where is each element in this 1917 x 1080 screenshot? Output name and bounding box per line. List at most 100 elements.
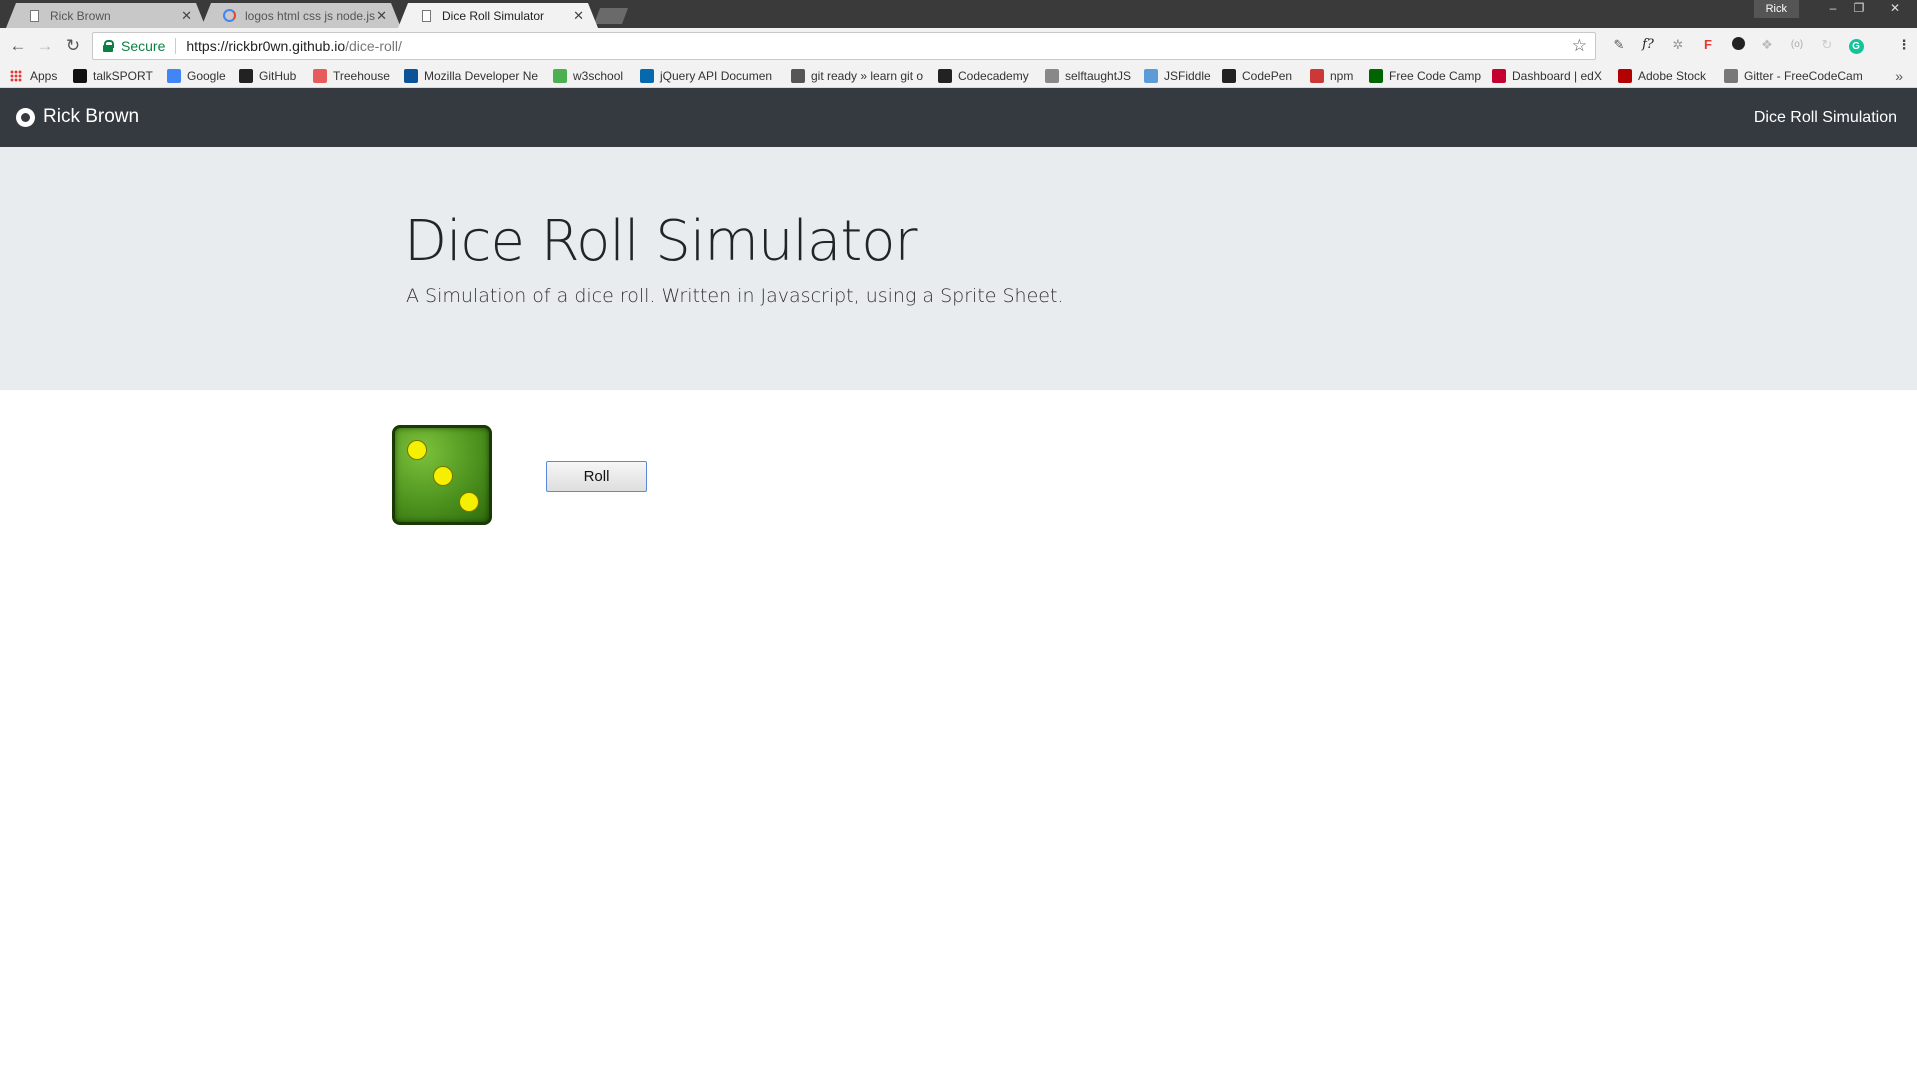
bookmark-label: npm	[1330, 69, 1354, 83]
eyedropper-icon[interactable]: ✎	[1611, 37, 1627, 53]
close-window-icon[interactable]: ✕	[1881, 0, 1909, 18]
bookmark-label: talkSPORT	[93, 69, 153, 83]
site-navbar: Rick Brown Dice Roll Simulation	[0, 88, 1917, 147]
extension-brackets-icon[interactable]: (o)	[1789, 37, 1805, 53]
google-icon	[223, 9, 236, 22]
bookmark-apps[interactable]: Apps	[10, 68, 57, 84]
bookmark-treehouse[interactable]: Treehouse	[313, 68, 390, 84]
lock-icon	[103, 40, 114, 52]
minimize-icon[interactable]: –	[1819, 0, 1847, 18]
bookmark-label: Adobe Stock	[1638, 69, 1707, 83]
page-lead: A Simulation of a dice roll. Written in …	[406, 285, 1064, 307]
nav-link-dice-roll-simulation[interactable]: Dice Roll Simulation	[1754, 109, 1897, 127]
browser-toolbar: ← → ↻ Secure https://rickbr0wn.github.io…	[0, 28, 1917, 64]
profile-button[interactable]: Rick	[1753, 0, 1799, 18]
tab-label: logos html css js node.js	[245, 8, 376, 23]
bookmark-codepen[interactable]: CodePen	[1222, 68, 1292, 84]
page-icon	[30, 10, 39, 22]
dropbox-icon[interactable]: ❖	[1759, 37, 1775, 53]
edx-icon	[1492, 69, 1506, 83]
close-icon[interactable]: ✕	[376, 8, 387, 24]
bookmark-label: w3school	[573, 69, 624, 83]
grammarly-icon[interactable]: G	[1848, 37, 1864, 54]
extension-circle-icon[interactable]	[1730, 37, 1746, 53]
w3school-icon	[553, 69, 567, 83]
reload-icon[interactable]: ↻	[63, 36, 83, 56]
jsfiddle-icon	[1144, 69, 1158, 83]
bookmark-talksport[interactable]: talkSPORT	[73, 68, 153, 84]
roll-button[interactable]: Roll	[546, 461, 647, 492]
bookmark-label: JSFiddle	[1164, 69, 1211, 83]
gitready-icon	[791, 69, 805, 83]
bookmark-label: jQuery API Documen	[660, 69, 773, 83]
bookmarks-overflow-icon[interactable]: »	[1895, 68, 1903, 84]
treehouse-icon	[313, 69, 327, 83]
bookmark-label: CodePen	[1242, 69, 1293, 83]
bookmark-label: Mozilla Developer Ne	[424, 69, 539, 83]
bookmark-google[interactable]: Google	[167, 68, 226, 84]
url-host: https://rickbr0wn.github.io	[186, 38, 346, 54]
page-icon	[422, 10, 431, 22]
bookmark-jquery[interactable]: jQuery API Documen	[640, 68, 772, 84]
tab-label: Rick Brown	[50, 8, 111, 23]
dice-face	[392, 425, 492, 525]
bookmark-label: Gitter - FreeCodeCam	[1744, 69, 1863, 83]
jquery-icon	[640, 69, 654, 83]
url-path: /dice-roll/	[345, 38, 402, 54]
bookmark-gitter[interactable]: Gitter - FreeCodeCam	[1724, 68, 1863, 84]
jumbotron: Dice Roll Simulator A Simulation of a di…	[0, 147, 1917, 390]
page-title: Dice Roll Simulator	[404, 209, 918, 274]
npm-icon	[1310, 69, 1324, 83]
extension-gear-icon[interactable]: ✲	[1670, 37, 1686, 53]
url-divider	[175, 38, 177, 54]
formula-icon[interactable]: f?	[1640, 37, 1656, 53]
bookmark-label: Apps	[30, 69, 58, 83]
bookmark-npm[interactable]: npm	[1310, 68, 1353, 84]
gitter-icon	[1724, 69, 1738, 83]
secure-label: Secure	[121, 38, 166, 54]
brand-link[interactable]: Rick Brown	[16, 106, 139, 128]
mozilla-icon	[404, 69, 418, 83]
tab-dice-roll-simulator[interactable]: Dice Roll Simulator ✕	[398, 3, 598, 28]
dice-pip	[459, 492, 479, 512]
bookmark-adobestock[interactable]: Adobe Stock	[1618, 68, 1706, 84]
close-icon[interactable]: ✕	[573, 8, 584, 24]
bookmark-star-icon[interactable]: ☆	[1572, 36, 1587, 56]
close-icon[interactable]: ✕	[181, 8, 192, 24]
bookmark-mozilla[interactable]: Mozilla Developer Ne	[404, 68, 538, 84]
bookmark-edx[interactable]: Dashboard | edX	[1492, 68, 1602, 84]
bookmark-freecodecamp[interactable]: Free Code Camp	[1369, 68, 1481, 84]
restore-icon[interactable]: ❐	[1845, 0, 1873, 18]
bookmarks-bar: Apps talkSPORT Google GitHub Treehouse Mozill…	[0, 64, 1917, 88]
dice-pip	[433, 466, 453, 486]
codepen-icon	[1222, 69, 1236, 83]
codecademy-icon	[938, 69, 952, 83]
google-icon	[167, 69, 181, 83]
bookmark-label: GitHub	[259, 69, 297, 83]
bookmark-label: Treehouse	[333, 69, 390, 83]
bookmark-selftaught[interactable]: selftaughtJS	[1045, 68, 1131, 84]
bookmark-label: git ready » learn git o	[811, 69, 924, 83]
tab-label: Dice Roll Simulator	[442, 8, 545, 23]
freecodecamp-icon	[1369, 69, 1383, 83]
sync-icon[interactable]: ↻	[1819, 37, 1835, 53]
new-tab-button[interactable]	[594, 8, 628, 24]
bookmark-label: selftaughtJS	[1065, 69, 1132, 83]
apps-icon	[10, 70, 22, 82]
forward-icon[interactable]: →	[35, 36, 55, 56]
adobestock-icon	[1618, 69, 1632, 83]
tab-rick-brown[interactable]: Rick Brown ✕	[6, 3, 206, 28]
brand-name: Rick Brown	[43, 106, 140, 127]
bookmark-label: Dashboard | edX	[1512, 69, 1602, 83]
tab-logos[interactable]: logos html css js node.js ✕	[201, 3, 401, 28]
selftaught-icon	[1045, 69, 1059, 83]
bookmark-github[interactable]: GitHub	[239, 68, 296, 84]
bookmark-w3school[interactable]: w3school	[553, 68, 623, 84]
address-bar[interactable]: Secure https://rickbr0wn.github.io /dice…	[92, 32, 1596, 60]
bookmark-jsfiddle[interactable]: JSFiddle	[1144, 68, 1211, 84]
bookmark-gitready[interactable]: git ready » learn git o	[791, 68, 923, 84]
figma-icon[interactable]: F	[1700, 37, 1716, 53]
back-icon[interactable]: ←	[8, 36, 28, 56]
menu-icon[interactable]: ⋮	[1896, 37, 1912, 53]
bookmark-codecademy[interactable]: Codecademy	[938, 68, 1029, 84]
